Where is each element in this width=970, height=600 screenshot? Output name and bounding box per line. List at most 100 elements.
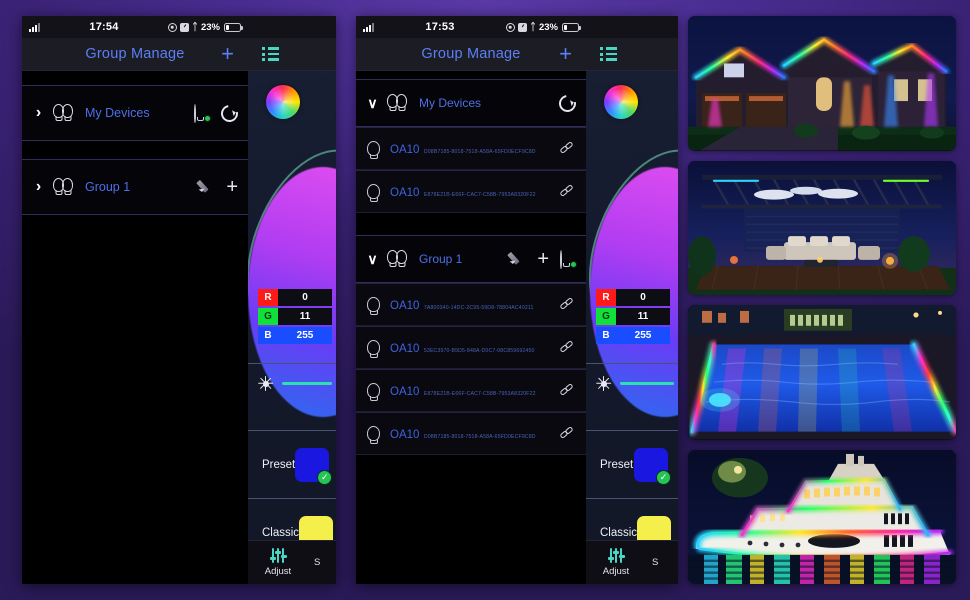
device-row[interactable]: OA10 D08B7185-8018-7518-A58A-65FD0ECF9C8… [356,127,586,170]
brightness-slider[interactable] [282,382,332,385]
group-label: My Devices [85,106,150,120]
group-row-my-devices[interactable]: › My Devices [22,85,248,141]
check-icon: ✓ [656,470,671,485]
blue-key: B [258,327,278,344]
green-key: G [596,308,616,325]
add-group-button[interactable]: + [559,43,572,65]
rgb-row-red: R 0 [596,289,670,306]
device-uuid: E878E21B-E66F-CAC7-C58B-7953A8320F22 [423,191,536,198]
classic-row[interactable]: Classic [248,508,336,540]
sliders-icon [269,548,287,563]
device-name: OA10 [390,143,420,156]
rgb-row-green: G 11 [596,308,670,325]
blue-value: 255 [616,327,670,344]
bulb-icon [367,426,380,441]
group-row-my-devices[interactable]: ∨ My Devices [356,79,586,127]
device-row[interactable]: OA10 53EC3970-B5D5-848A-D0C7-08C85969245… [356,326,586,369]
green-value: 11 [616,308,670,325]
photo-pool-rgb-lighting [688,305,956,440]
color-wheel-icon[interactable] [604,85,638,119]
tab-scene-partial[interactable]: S [652,557,658,568]
divider [248,430,336,431]
link-icon[interactable] [559,383,575,397]
device-uuid: 53EC3970-B5D5-848A-D0C7-08C859692450 [423,347,535,354]
chevron-down-icon[interactable]: ∨ [366,251,379,268]
header-spacer [22,71,248,85]
group-manage-screen-1: 17:54 ᛏ 23% Group Manage + › My Devices … [22,16,248,584]
bluetooth-icon: ᛏ [529,21,536,33]
link-icon[interactable] [559,297,575,311]
link-icon[interactable] [559,141,575,155]
group-row-group-1[interactable]: ∨ Group 1 + [356,235,586,283]
rgb-readout: R 0 G 11 B 255 [596,289,670,346]
classic-swatch[interactable] [299,516,334,540]
control-status-spacer [586,16,678,38]
link-icon[interactable] [559,340,575,354]
list-gap [356,213,586,235]
rgb-readout: R 0 G 11 B 255 [258,289,332,346]
device-uuid: 7A800340-14DC-2C95-59D8-78804AC40211 [423,304,534,311]
preset-row[interactable]: Preset ✓ [586,440,678,490]
bulb-power-icon[interactable] [194,103,211,123]
red-key: R [596,289,616,306]
chevron-right-icon[interactable]: › [32,178,45,196]
device-row[interactable]: OA10 E878E21B-E66F-CAC7-C58B-7953A8320F2… [356,369,586,412]
refresh-icon[interactable] [217,101,242,125]
rgb-row-blue: B 255 [258,327,332,344]
list-menu-icon[interactable] [262,47,279,61]
preset-label: Preset [600,459,634,471]
tab-adjust[interactable]: Adjust [248,548,308,577]
device-row[interactable]: OA10 D08B7185-8018-7518-A58A-65FD0ECF9C8… [356,412,586,455]
preset-swatch[interactable]: ✓ [295,448,333,485]
classic-label: Classic [262,527,300,539]
device-uuid: E878E21B-E66F-CAC7-C58B-7953A8320F22 [423,390,536,397]
preset-row[interactable]: Preset ✓ [248,440,336,490]
battery-percent: 23% [538,21,558,33]
photo-pergola-rgb-lighting [688,160,956,295]
device-row[interactable]: OA10 7A800340-14DC-2C95-59D8-78804AC4021… [356,283,586,326]
control-panel-2: R 0 G 11 B 255 Preset ✓ Classic Adjust S [586,16,678,584]
group-label: Group 1 [85,180,131,194]
bulb-power-icon[interactable] [560,249,577,269]
add-device-button[interactable]: + [226,177,238,197]
control-body: R 0 G 11 B 255 Preset ✓ Classic [586,71,678,540]
tab-adjust[interactable]: Adjust [586,548,646,577]
preset-swatch[interactable]: ✓ [634,448,671,485]
group-row-group-1[interactable]: › Group 1 + [22,159,248,215]
header-spacer [356,71,586,79]
link-icon[interactable] [559,184,575,198]
device-name: OA10 [390,428,420,441]
divider [248,363,336,364]
add-device-button[interactable]: + [537,249,549,269]
pencil-icon[interactable] [198,179,215,196]
bulb-pair-icon [53,103,77,123]
green-key: G [258,308,278,325]
tab-scene-partial[interactable]: S [314,557,320,568]
link-icon[interactable] [559,426,575,440]
divider [248,498,336,499]
classic-row[interactable]: Classic [586,508,678,540]
control-menu-bar [586,38,678,71]
list-menu-icon[interactable] [600,47,617,61]
device-row[interactable]: OA10 E878E21B-E66F-CAC7-C58B-7953A8320F2… [356,170,586,213]
preset-label: Preset [262,459,296,471]
brightness-control[interactable] [258,376,336,391]
refresh-icon[interactable] [555,91,580,115]
bluetooth-icon: ᛏ [191,21,198,33]
add-group-button[interactable]: + [221,43,234,65]
status-bar-2: 17:53 ᛏ 23% [356,16,586,38]
color-wheel-icon[interactable] [266,85,300,119]
chevron-right-icon[interactable]: › [32,104,45,122]
group-label: Group 1 [419,252,463,266]
red-value: 0 [278,289,332,306]
pencil-icon[interactable] [509,251,526,268]
phone-screenshot-2: 17:53 ᛏ 23% Group Manage + ∨ My Devices … [356,16,678,584]
classic-swatch[interactable] [637,516,672,540]
device-name: OA10 [390,299,420,312]
signal-icon [363,22,374,32]
tab-adjust-label: Adjust [264,566,292,577]
chevron-down-icon[interactable]: ∨ [366,95,379,112]
brightness-control[interactable] [596,376,678,391]
battery-icon [224,22,243,32]
brightness-slider[interactable] [620,382,674,385]
